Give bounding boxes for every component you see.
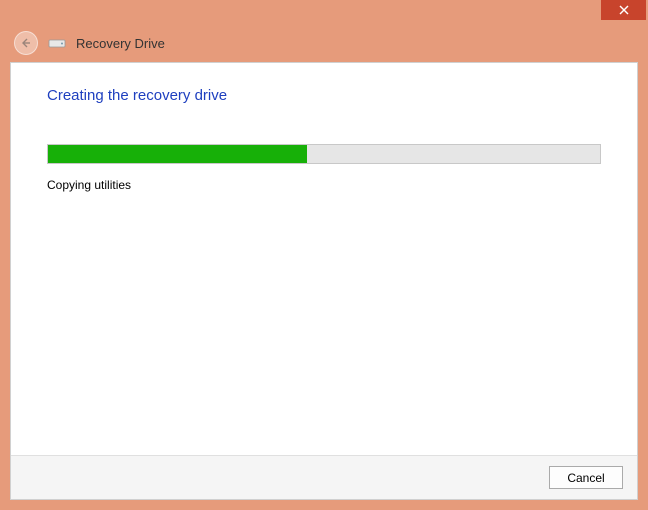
close-icon — [619, 5, 629, 15]
progress-fill — [48, 145, 307, 163]
window-title: Recovery Drive — [76, 36, 165, 51]
arrow-left-icon — [20, 37, 32, 49]
content-panel: Creating the recovery drive Copying util… — [10, 62, 638, 500]
cancel-button[interactable]: Cancel — [549, 466, 623, 489]
header: Recovery Drive — [0, 24, 648, 62]
close-button[interactable] — [601, 0, 646, 20]
progress-bar — [47, 144, 601, 164]
status-text: Copying utilities — [47, 178, 601, 192]
back-button — [14, 31, 38, 55]
page-heading: Creating the recovery drive — [47, 87, 601, 104]
main-area: Creating the recovery drive Copying util… — [11, 63, 637, 192]
titlebar — [0, 0, 648, 24]
window-frame: Recovery Drive Creating the recovery dri… — [0, 0, 648, 510]
footer: Cancel — [11, 455, 637, 499]
drive-icon — [48, 36, 66, 50]
